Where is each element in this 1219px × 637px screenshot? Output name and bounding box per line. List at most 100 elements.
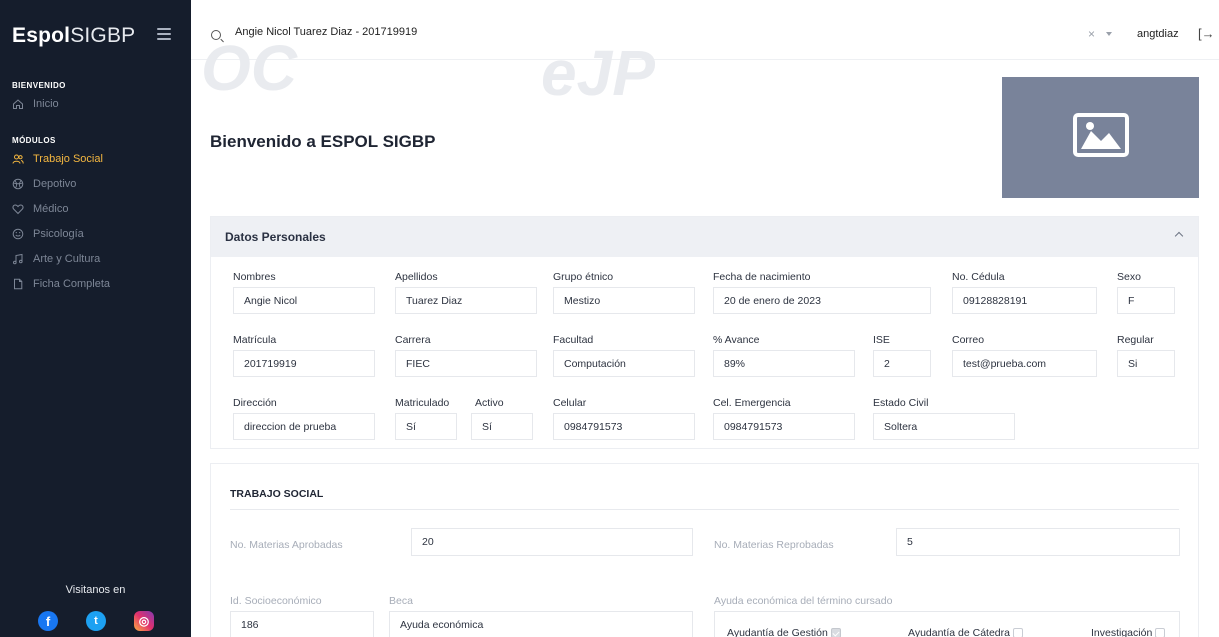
matriculado-label: Matriculado [395,397,450,409]
carrera-field: FIEC [395,350,537,377]
sidebar-item-trabajo-social[interactable]: Trabajo Social [12,151,103,167]
matriculado-field: Sí [395,413,457,440]
watermark-decoration: eJP [541,37,655,109]
clear-icon[interactable]: × [1088,27,1095,41]
ayuda-label: Ayuda económica del término cursado [714,595,893,607]
emergencia-field: 0984791573 [713,413,855,440]
logout-icon[interactable]: [→ [1198,26,1215,41]
estado-civil-field: Soltera [873,413,1015,440]
instagram-icon[interactable]: ◎ [134,611,154,631]
beca-input[interactable]: Ayuda económica [389,611,693,637]
activo-field: Sí [471,413,533,440]
nombres-label: Nombres [233,271,276,283]
sidebar-item-inicio[interactable]: Inicio [12,96,59,112]
personal-data-card: Datos Personales Nombres Angie Nicol Ape… [210,216,1199,449]
music-icon [12,253,24,265]
sidebar-item-psicologia[interactable]: Psicología [12,226,84,242]
checkbox-label: Investigación [1091,627,1153,637]
ball-icon [12,178,24,190]
ise-label: ISE [873,334,890,346]
reprobadas-input[interactable]: 5 [896,528,1180,556]
sidebar-item-ficha-completa[interactable]: Ficha Completa [12,276,110,292]
checkbox-icon[interactable] [1155,628,1166,637]
sidebar-item-depotivo[interactable]: Depotivo [12,176,76,192]
ayudantia-catedra-checkbox[interactable]: Ayudantía de Cátedra [908,627,1023,637]
sexo-field: F [1117,287,1175,314]
checkbox-label: Ayudantía de Cátedra [908,627,1010,637]
grupo-etnico-label: Grupo étnico [553,271,614,283]
section-title-bienvenido: BIENVENIDO [12,81,66,90]
aprobadas-label: No. Materias Aprobadas [230,539,343,551]
sidebar-item-label: Inicio [33,98,59,110]
sidebar-item-label: Trabajo Social [33,153,103,165]
matricula-field: 201719919 [233,350,375,377]
visit-label: Visitanos en [65,584,126,596]
apellidos-field: Tuarez Diaz [395,287,537,314]
cedula-field: 09128828191 [952,287,1097,314]
avance-field: 89% [713,350,855,377]
personal-data-header[interactable]: Datos Personales [211,217,1198,257]
celular-field: 0984791573 [553,413,695,440]
facultad-field: Computación [553,350,695,377]
checkbox-icon[interactable] [1012,628,1023,637]
investigacion-checkbox[interactable]: Investigación [1091,627,1166,637]
social-work-card: TRABAJO SOCIAL No. Materias Aprobadas 20… [210,463,1199,637]
brand-light: SIGBP [70,24,136,47]
section-title-modulos: MÓDULOS [12,136,56,145]
sidebar-item-arte-cultura[interactable]: Arte y Cultura [12,251,100,267]
apellidos-label: Apellidos [395,271,438,283]
checkbox-checked-icon[interactable] [830,628,841,637]
top-bar: × angtdiaz [→ [191,0,1219,60]
activo-label: Activo [475,397,504,409]
matricula-label: Matrícula [233,334,277,346]
aprobadas-input[interactable]: 20 [411,528,693,556]
ayudantia-gestion-checkbox[interactable]: Ayudantía de Gestión [727,627,841,637]
cedula-label: No. Cédula [952,271,1005,283]
avance-label: % Avance [713,334,760,346]
estado-civil-label: Estado Civil [873,397,929,409]
users-icon [12,153,24,165]
beca-label: Beca [389,595,413,607]
fecha-nacimiento-label: Fecha de nacimiento [713,271,811,283]
direccion-label: Dirección [233,397,277,409]
sidebar-item-label: Depotivo [33,178,77,190]
fecha-nacimiento-field: 20 de enero de 2023 [713,287,931,314]
celular-label: Celular [553,397,587,409]
socioeconomico-label: Id. Socioeconómico [230,595,322,607]
heart-icon [12,203,24,215]
image-icon [1072,113,1129,162]
brand-logo[interactable]: EspolSIGBP [12,24,135,48]
sidebar-item-label: Arte y Cultura [33,253,101,265]
brand-bold: Espol [12,24,71,47]
home-icon [12,98,24,110]
checkbox-label: Ayudantía de Gestión [727,627,828,637]
social-work-title: TRABAJO SOCIAL [230,488,324,500]
ise-field: 2 [873,350,931,377]
chevron-down-icon[interactable] [1106,32,1112,36]
direccion-field: direccion de prueba [233,413,375,440]
sexo-label: Sexo [1117,271,1141,283]
correo-label: Correo [952,334,985,346]
reprobadas-label: No. Materias Reprobadas [714,539,834,551]
facebook-icon[interactable]: f [38,611,58,631]
regular-label: Regular [1117,334,1154,346]
grupo-etnico-field: Mestizo [553,287,695,314]
divider [230,509,1179,510]
profile-image-placeholder [1002,77,1199,198]
username[interactable]: angtdiaz [1137,28,1179,40]
page-title: Bienvenido a ESPOL SIGBP [210,132,436,151]
twitter-icon[interactable]: t [86,611,106,631]
regular-field: Si [1117,350,1175,377]
carrera-label: Carrera [395,334,431,346]
sidebar-item-medico[interactable]: Médico [12,201,68,217]
sidebar-item-label: Ficha Completa [33,278,111,290]
file-icon [12,278,24,290]
hamburger-menu-icon[interactable] [157,28,171,40]
watermark-decoration: OC [201,32,297,104]
emergencia-label: Cel. Emergencia [713,397,791,409]
sidebar: EspolSIGBP BIENVENIDO Inicio MÓDULOS Tra… [0,0,191,637]
socioeconomico-input[interactable]: 186 [230,611,374,637]
sidebar-item-label: Psicología [33,228,84,240]
nombres-field: Angie Nicol [233,287,375,314]
facultad-label: Facultad [553,334,594,346]
